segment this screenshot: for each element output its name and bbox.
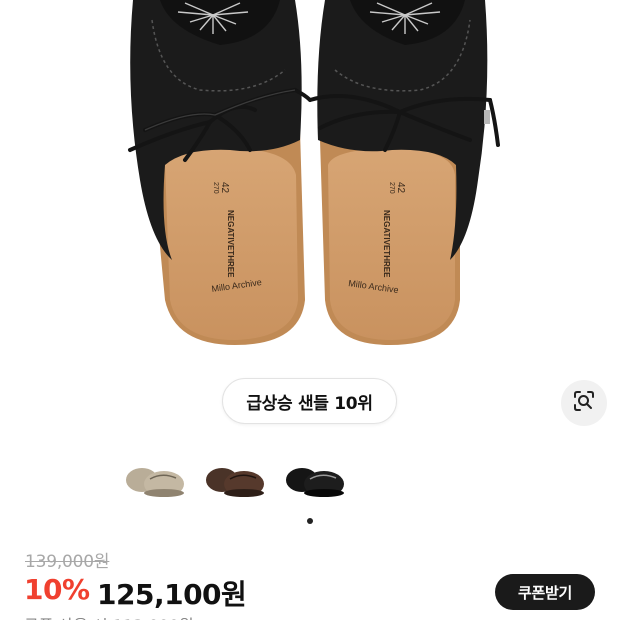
coupon-price-note: 쿠폰 사용 시 113,000원: [24, 612, 194, 620]
color-option-black[interactable]: [278, 452, 350, 508]
discount-rate: 10%: [24, 573, 90, 606]
insole-brand-right: NEGATIVETHREE: [382, 210, 391, 278]
product-detail-page: 42 270 NEGATIVETHREE Millo Archive 42 27…: [0, 0, 620, 620]
color-option-brown[interactable]: [198, 452, 270, 508]
carousel-indicator[interactable]: [307, 518, 313, 524]
product-image[interactable]: 42 270 NEGATIVETHREE Millo Archive 42 27…: [0, 0, 620, 360]
insole-brand-left: NEGATIVETHREE: [226, 210, 235, 278]
color-option-beige[interactable]: [118, 452, 190, 508]
coupon-button-label: 쿠폰받기: [517, 583, 572, 602]
insole-size-mm-left: 270: [212, 182, 219, 194]
insole-size-mm-right: 270: [388, 182, 395, 194]
color-options: [118, 452, 358, 508]
sale-price: 125,100원: [97, 578, 247, 611]
insole-size-right: 42: [395, 182, 406, 194]
image-search-icon: [572, 389, 596, 417]
ranking-badge[interactable]: 급상승 샌들 10위: [222, 378, 397, 424]
original-price: 139,000원: [25, 552, 110, 572]
insole-size-left: 42: [219, 182, 230, 194]
coupon-button[interactable]: 쿠폰받기: [495, 574, 595, 610]
ranking-label: 급상승 샌들 10위: [246, 393, 373, 414]
image-search-button[interactable]: [561, 380, 607, 426]
